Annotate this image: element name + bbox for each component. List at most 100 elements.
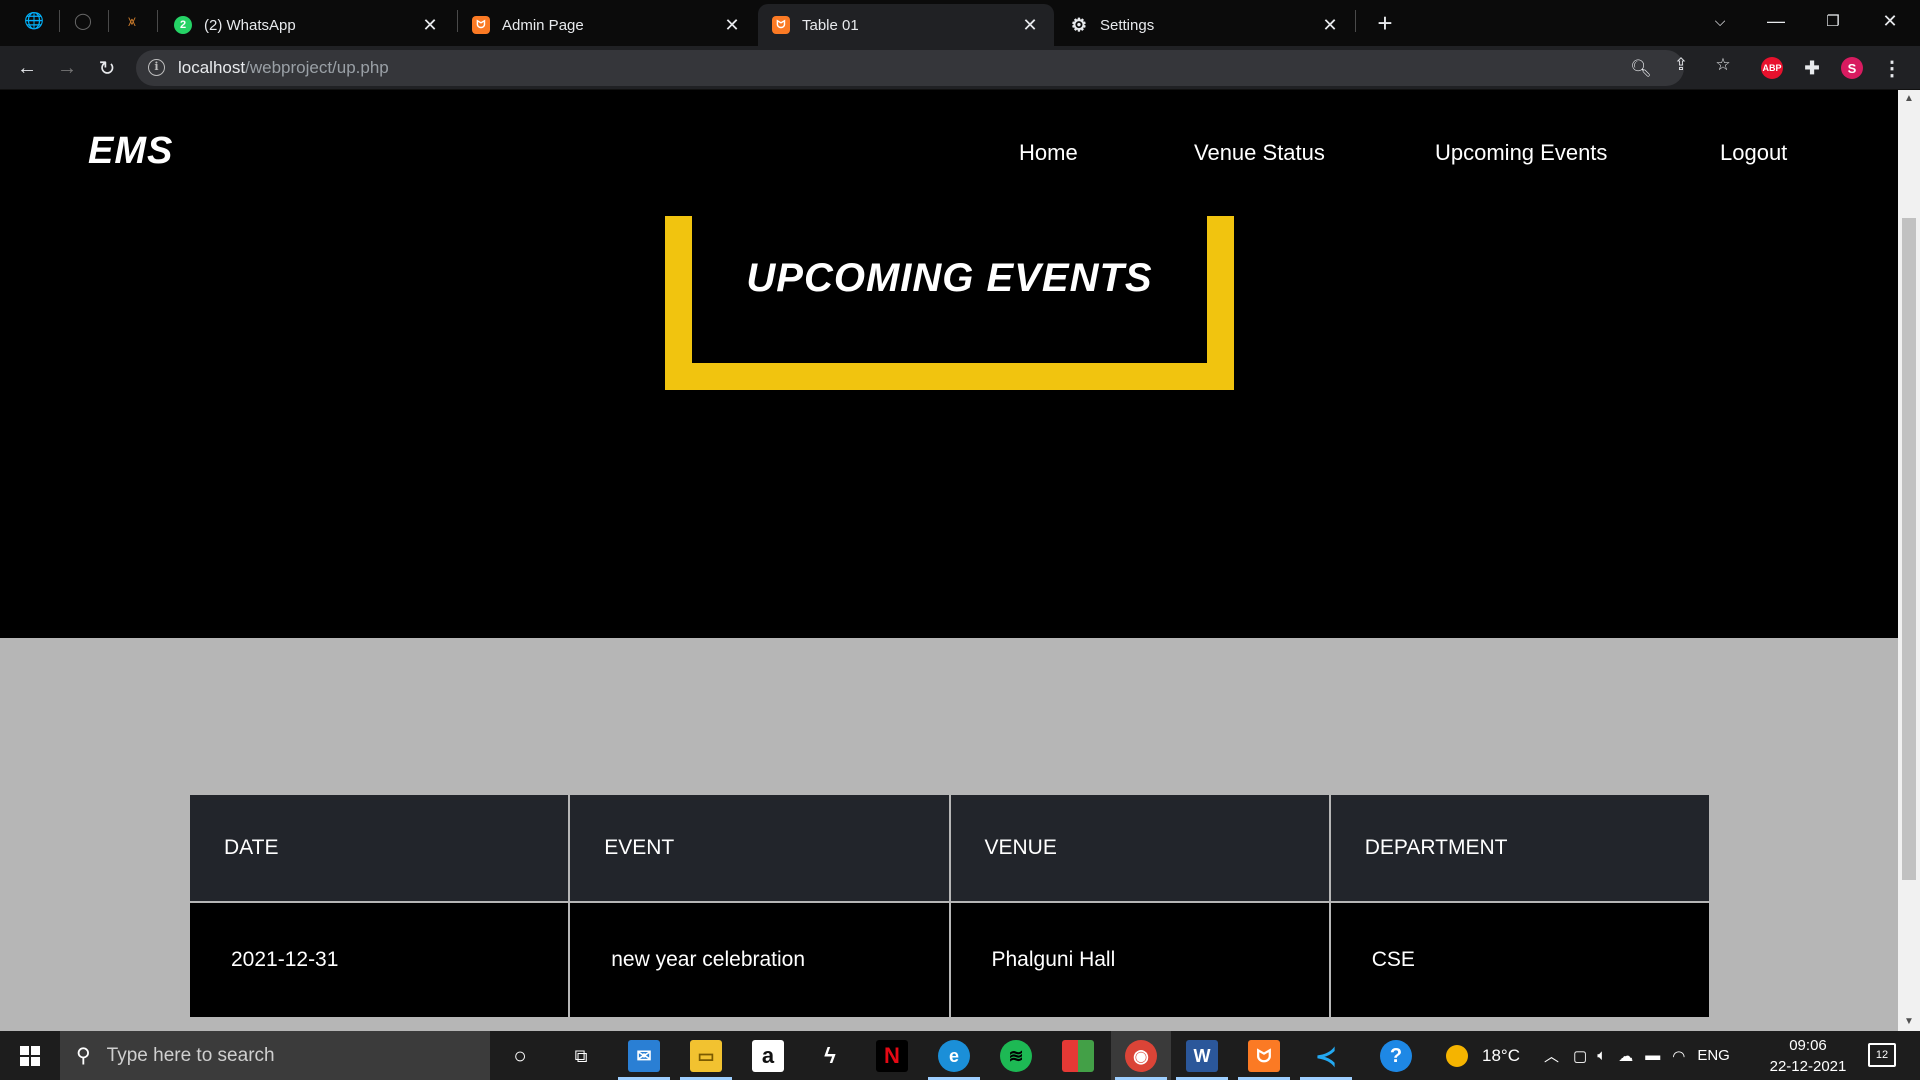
close-icon[interactable]: ✕: [722, 15, 742, 36]
vertical-scrollbar[interactable]: ▲ ▼: [1898, 90, 1920, 1031]
restore-button[interactable]: ❐: [1813, 4, 1853, 38]
site-info-icon[interactable]: i: [148, 59, 165, 76]
page-viewport: EMS Home Venue Status Upcoming Events Lo…: [0, 90, 1920, 1031]
start-button[interactable]: [0, 1031, 60, 1080]
tab-separator: [1355, 10, 1356, 32]
close-icon[interactable]: ✕: [1320, 15, 1340, 36]
column-header-event: EVENT: [568, 793, 951, 903]
tab-search-chevron-icon[interactable]: ⌵: [1700, 4, 1740, 38]
taskbar-clock[interactable]: 09:06 22-12-2021: [1764, 1035, 1852, 1077]
extensions-puzzle-icon[interactable]: ✚: [1801, 57, 1823, 79]
cortana-icon[interactable]: ○: [504, 1040, 536, 1072]
forward-arrow-icon[interactable]: →: [53, 54, 81, 82]
minimize-button[interactable]: —: [1756, 4, 1796, 38]
column-header-date: DATE: [187, 793, 571, 903]
scrollbar-thumb[interactable]: [1902, 218, 1916, 880]
clock-date: 22-12-2021: [1769, 1058, 1847, 1075]
xampp-icon: ᗢ: [772, 16, 790, 34]
onedrive-cloud-icon[interactable]: ☁: [1618, 1047, 1633, 1065]
back-arrow-icon[interactable]: ←: [13, 54, 41, 82]
tab-admin-page[interactable]: ᗢ Admin Page ✕: [458, 4, 756, 46]
pinned-site-logo-icon[interactable]: ⩙: [121, 10, 143, 32]
globe-icon[interactable]: 🌐: [23, 10, 45, 32]
cell-date: 2021-12-31: [187, 901, 571, 1019]
events-table: DATE EVENT VENUE DEPARTMENT 2021-12-31 n…: [187, 793, 1712, 1019]
new-tab-button[interactable]: +: [1368, 6, 1402, 40]
heading-frame: UPCOMING EVENTS: [665, 216, 1234, 390]
tray-icons: ︿ ▢ 🔈︎ ☁ ▬ ◠ ENG: [1544, 1031, 1730, 1080]
search-placeholder: Type here to search: [106, 1044, 275, 1066]
xampp-icon[interactable]: ᗢ: [1238, 1040, 1290, 1080]
url-text[interactable]: localhost/webproject/up.php: [178, 58, 389, 78]
amazon-icon[interactable]: a: [752, 1040, 784, 1072]
notification-center-icon[interactable]: 12: [1868, 1043, 1896, 1067]
tab-title: Settings: [1100, 16, 1155, 34]
tab-settings[interactable]: ⚙ Settings ✕: [1056, 4, 1354, 46]
github-icon[interactable]: ◯: [72, 10, 94, 32]
battery-icon[interactable]: ▬: [1645, 1047, 1660, 1064]
show-hidden-icons-chevron-icon[interactable]: ︿: [1544, 1045, 1559, 1066]
gear-icon: ⚙: [1070, 14, 1088, 35]
column-header-department: DEPARTMENT: [1328, 793, 1712, 903]
search-icon: ⚲: [76, 1045, 91, 1067]
page-title: UPCOMING EVENTS: [746, 256, 1153, 300]
wifi-icon[interactable]: ◠: [1672, 1047, 1685, 1065]
menu-kebab-icon[interactable]: ⋮: [1881, 57, 1903, 80]
task-view-icon[interactable]: ⧉: [565, 1040, 597, 1072]
close-icon[interactable]: ✕: [420, 15, 440, 36]
address-bar[interactable]: i localhost/webproject/up.php 🔍︎ ⇪: [136, 50, 1688, 86]
file-explorer-icon[interactable]: ▭: [680, 1040, 732, 1080]
language-indicator[interactable]: ENG: [1697, 1047, 1730, 1064]
xampp-icon: ᗢ: [472, 16, 490, 34]
windows-logo-icon: [20, 1045, 40, 1066]
tab-title: Table 01: [802, 16, 859, 34]
lightning-app-icon[interactable]: ϟ: [814, 1040, 846, 1072]
scroll-down-arrow-icon[interactable]: ▼: [1898, 1013, 1920, 1031]
scroll-up-arrow-icon[interactable]: ▲: [1898, 90, 1920, 108]
clock-time: 09:06: [1789, 1037, 1827, 1054]
word-icon[interactable]: W: [1176, 1040, 1228, 1080]
cell-department: CSE: [1328, 901, 1712, 1019]
volume-icon[interactable]: 🔈︎: [1597, 1047, 1606, 1064]
cell-event: new year celebration: [568, 901, 951, 1019]
tab-whatsapp[interactable]: 2 (2) WhatsApp ✕: [160, 4, 454, 46]
chrome-icon[interactable]: ◉: [1115, 1040, 1167, 1080]
site-brand-logo[interactable]: EMS: [88, 130, 173, 173]
store-icon[interactable]: [1062, 1040, 1094, 1072]
tab-separator: [108, 10, 109, 32]
reload-icon[interactable]: ↻: [93, 54, 121, 82]
help-icon[interactable]: ?: [1380, 1040, 1412, 1072]
nav-link-logout[interactable]: Logout: [1720, 140, 1787, 166]
url-host: localhost: [178, 58, 246, 77]
cell-venue: Phalguni Hall: [948, 901, 1331, 1019]
sun-icon: [1446, 1044, 1468, 1067]
browser-toolbar: ← → ↻ i localhost/webproject/up.php 🔍︎ ⇪…: [0, 46, 1920, 90]
nav-link-upcoming-events[interactable]: Upcoming Events: [1435, 140, 1607, 166]
tab-table-01[interactable]: ᗢ Table 01 ✕: [758, 4, 1054, 46]
edge-icon[interactable]: e: [928, 1040, 980, 1080]
close-icon[interactable]: ✕: [1020, 15, 1040, 36]
weather-widget[interactable]: 18°C: [1446, 1031, 1520, 1080]
profile-avatar[interactable]: S: [1841, 57, 1863, 79]
tab-title: Admin Page: [502, 16, 584, 34]
vscode-icon[interactable]: ≺: [1300, 1040, 1352, 1080]
taskbar-search-box[interactable]: ⚲ Type here to search: [60, 1031, 490, 1080]
tab-separator: [59, 10, 60, 32]
nav-link-venue-status[interactable]: Venue Status: [1194, 140, 1325, 166]
nav-link-home[interactable]: Home: [1019, 140, 1078, 166]
weather-temperature: 18°C: [1482, 1045, 1520, 1065]
window-close-button[interactable]: ✕: [1870, 4, 1910, 38]
hero-section: EMS Home Venue Status Upcoming Events Lo…: [0, 90, 1898, 638]
netflix-icon[interactable]: N: [876, 1040, 908, 1072]
share-icon[interactable]: ⇪: [1670, 54, 1692, 76]
spotify-icon[interactable]: ≋: [1000, 1040, 1032, 1072]
adblock-plus-icon[interactable]: ABP: [1761, 57, 1783, 79]
column-header-venue: VENUE: [948, 793, 1331, 903]
url-path: /webproject/up.php: [245, 58, 389, 77]
bookmark-star-icon[interactable]: ☆: [1712, 54, 1734, 76]
tab-separator: [157, 10, 158, 32]
meet-now-icon[interactable]: ▢: [1573, 1047, 1587, 1065]
mail-icon[interactable]: ✉: [618, 1040, 670, 1080]
tab-title: (2) WhatsApp: [204, 16, 296, 34]
zoom-icon[interactable]: 🔍︎: [1630, 58, 1652, 80]
